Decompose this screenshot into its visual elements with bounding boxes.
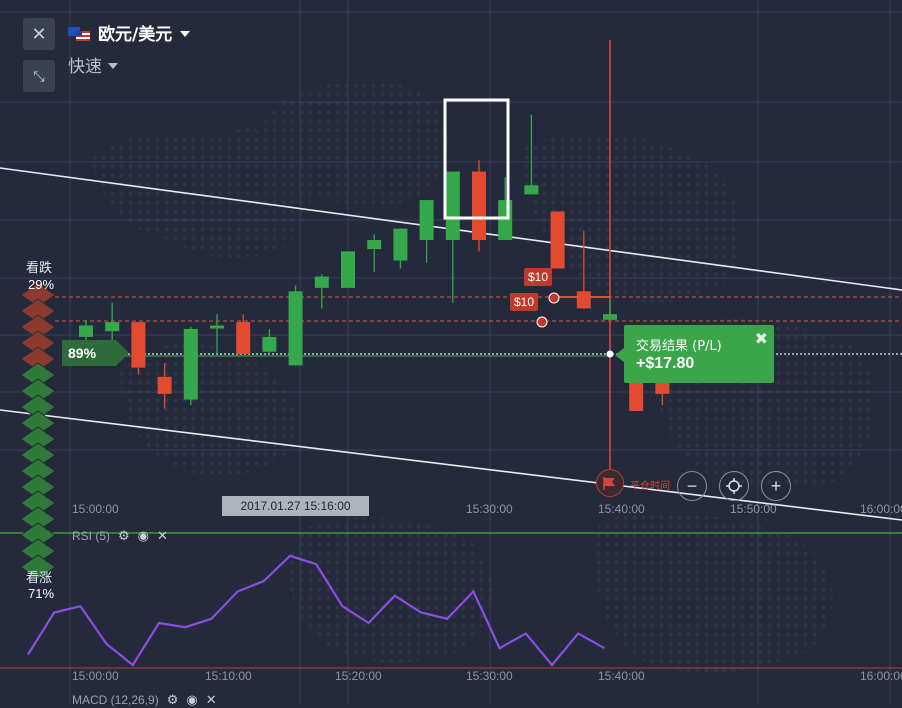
gear-icon[interactable]: ⚙	[118, 528, 130, 544]
expiry-flag-button[interactable]	[596, 469, 624, 497]
eye-icon[interactable]: ◉	[138, 528, 149, 544]
time-tick: 15:40:00	[598, 502, 645, 516]
trade-result-panel: 交易结果 (P/L) +$17.80 ✖	[615, 325, 774, 383]
crosshair-icon	[726, 478, 742, 494]
mode-label: 快速	[68, 57, 102, 77]
time-tick: 15:30:00	[466, 669, 513, 683]
time-tick: 15:00:00	[72, 669, 119, 683]
close-icon: ✕	[31, 23, 47, 44]
candle-body[interactable]	[236, 322, 251, 354]
plus-icon: +	[770, 475, 782, 496]
candle-body[interactable]	[576, 291, 591, 309]
candle-body[interactable]	[341, 251, 355, 288]
close-chart-button[interactable]: ✕	[23, 18, 55, 50]
candle-body[interactable]	[314, 276, 329, 288]
price-marker-dot	[606, 350, 614, 358]
bet-marker-1	[548, 292, 560, 304]
bet-marker-2	[536, 316, 548, 328]
time-tick: 16:00:00	[860, 669, 902, 683]
candle-body[interactable]	[524, 185, 539, 195]
candle-body[interactable]	[393, 228, 408, 261]
candle-body[interactable]	[131, 322, 146, 368]
candle-body[interactable]	[419, 200, 434, 240]
flag-icon	[603, 477, 615, 490]
bet-label-2[interactable]: $10	[510, 293, 539, 311]
time-tick: 15:40:00	[598, 669, 645, 683]
macd-label: MACD (12,26,9)	[72, 693, 159, 707]
center-button[interactable]	[719, 471, 749, 501]
candle-body[interactable]	[367, 240, 382, 250]
asset-name: 欧元/美元	[98, 25, 173, 45]
chevron-down-icon	[108, 62, 118, 69]
candle-body[interactable]	[472, 171, 486, 240]
gear-icon[interactable]: ⚙	[167, 692, 179, 708]
candle-body[interactable]	[288, 291, 303, 366]
time-tick: 15:30:00	[466, 502, 513, 516]
eye-icon[interactable]: ◉	[186, 692, 197, 708]
zoom-out-button[interactable]: −	[677, 471, 707, 501]
time-tick: 15:20:00	[335, 669, 382, 683]
time-tick: 15:10:00	[205, 669, 252, 683]
candle-body[interactable]	[445, 171, 460, 240]
minus-icon: −	[686, 475, 698, 496]
close-icon[interactable]: ✕	[157, 528, 168, 544]
call-label: 看涨	[26, 571, 53, 586]
mode-selector[interactable]: 快速	[68, 52, 118, 77]
candle-body[interactable]	[183, 328, 198, 400]
candle-body[interactable]	[105, 322, 120, 332]
call-percentage: 71%	[28, 586, 55, 601]
candle-body[interactable]	[262, 336, 277, 352]
eu-us-flag-icon	[68, 26, 90, 41]
candle-body[interactable]	[603, 314, 617, 320]
payout-tag: 89%	[62, 340, 129, 366]
macd-indicator-header: MACD (12,26,9) ⚙ ◉ ✕	[72, 692, 217, 708]
time-tick: 15:00:00	[72, 502, 119, 516]
close-icon[interactable]: ✖	[755, 329, 768, 349]
candle-body[interactable]	[498, 200, 513, 240]
time-tick: 16:00:00	[860, 502, 902, 516]
result-title: 交易结果 (P/L)	[636, 339, 722, 354]
rsi-indicator-header: RSI (5) ⚙ ◉ ✕	[72, 528, 168, 544]
crosshair-date-label: 2017.01.27 15:16:00	[222, 496, 369, 516]
put-percentage: 29%	[28, 277, 55, 292]
asset-selector[interactable]: 欧元/美元	[68, 20, 191, 45]
time-tick: 15:50:00	[730, 502, 777, 516]
collapse-button[interactable]: ⤡	[23, 60, 55, 92]
close-icon[interactable]: ✕	[206, 692, 217, 708]
candle-body[interactable]	[157, 376, 172, 394]
result-value: +$17.80	[636, 355, 695, 372]
candle-body[interactable]	[79, 325, 93, 337]
zoom-in-button[interactable]: +	[761, 471, 791, 501]
collapse-arrows-icon: ⤡	[33, 67, 45, 84]
expiry-label: 平仓时间	[630, 481, 670, 492]
candle-body[interactable]	[210, 325, 224, 329]
chevron-down-icon	[180, 30, 191, 37]
candle-body[interactable]	[550, 211, 565, 269]
put-label: 看跌	[26, 261, 53, 276]
bet-label-1[interactable]: $10	[524, 268, 553, 286]
rsi-label: RSI (5)	[72, 529, 111, 543]
